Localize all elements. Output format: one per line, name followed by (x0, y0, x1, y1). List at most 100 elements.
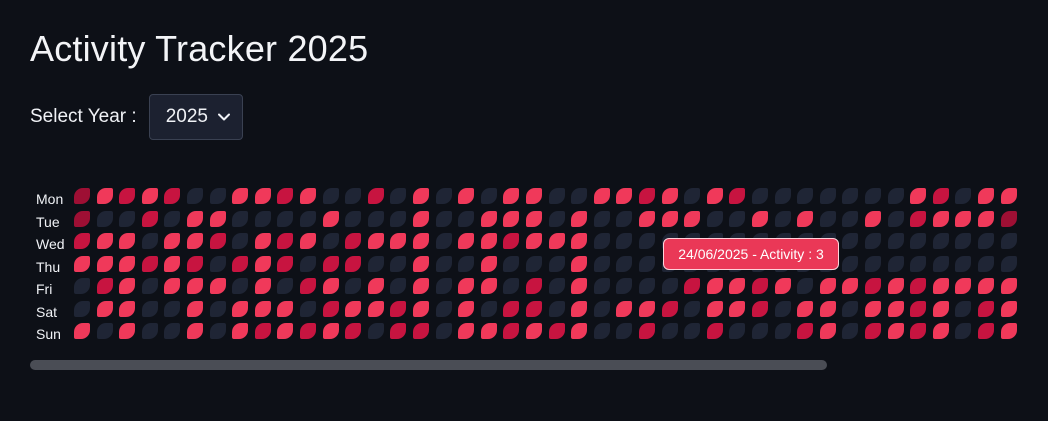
heatmap-cell[interactable] (322, 278, 339, 294)
heatmap-cell[interactable] (774, 300, 791, 317)
heatmap-cell[interactable] (254, 255, 271, 272)
heatmap-cell[interactable] (300, 323, 316, 339)
heatmap-cell[interactable] (435, 323, 452, 339)
heatmap-cell[interactable] (819, 323, 836, 339)
heatmap-cell[interactable] (232, 210, 249, 227)
heatmap-cell[interactable] (865, 323, 881, 339)
heatmap-cell[interactable] (571, 323, 588, 339)
heatmap-cell[interactable] (74, 188, 90, 204)
heatmap-cell[interactable] (503, 233, 520, 249)
heatmap-cell[interactable] (887, 255, 904, 272)
heatmap-cell[interactable] (774, 278, 791, 294)
heatmap-cell[interactable] (209, 278, 226, 294)
heatmap-cell[interactable] (910, 278, 927, 294)
heatmap-cell[interactable] (503, 210, 520, 227)
heatmap-cell[interactable] (300, 255, 316, 272)
heatmap-cell[interactable] (300, 210, 316, 227)
heatmap-cell[interactable] (639, 255, 655, 272)
heatmap-cell[interactable] (96, 233, 113, 249)
heatmap-cell[interactable] (458, 233, 475, 249)
heatmap-cell[interactable] (819, 300, 836, 317)
heatmap-cell[interactable] (345, 188, 362, 204)
heatmap-cell[interactable] (910, 255, 927, 272)
heatmap-cell[interactable] (616, 300, 633, 317)
heatmap-cell[interactable] (548, 188, 565, 204)
heatmap-cell[interactable] (932, 188, 949, 204)
heatmap-cell[interactable] (616, 210, 633, 227)
heatmap-cell[interactable] (367, 210, 384, 227)
heatmap-cell[interactable] (141, 210, 158, 227)
heatmap-cell[interactable] (706, 210, 723, 227)
heatmap-cell[interactable] (96, 255, 113, 272)
heatmap-cell[interactable] (978, 323, 994, 339)
horizontal-scrollbar[interactable] (30, 360, 1021, 370)
heatmap-cell[interactable] (480, 278, 497, 294)
heatmap-cell[interactable] (119, 300, 136, 317)
heatmap-cell[interactable] (390, 255, 407, 272)
heatmap-cell[interactable] (887, 188, 904, 204)
heatmap-cell[interactable] (74, 255, 90, 272)
heatmap-cell[interactable] (616, 188, 633, 204)
heatmap-cell[interactable] (548, 255, 565, 272)
heatmap-cell[interactable] (367, 323, 384, 339)
heatmap-cell[interactable] (1000, 300, 1017, 317)
heatmap-cell[interactable] (774, 323, 791, 339)
heatmap-cell[interactable] (367, 188, 384, 204)
heatmap-cell[interactable] (865, 255, 881, 272)
heatmap-cell[interactable] (548, 278, 565, 294)
heatmap-cell[interactable] (232, 255, 249, 272)
heatmap-cell[interactable] (639, 188, 655, 204)
heatmap-cell[interactable] (254, 188, 271, 204)
heatmap-cell[interactable] (842, 188, 859, 204)
heatmap-cell[interactable] (503, 300, 520, 317)
heatmap-cell[interactable] (435, 300, 452, 317)
heatmap-cell[interactable] (119, 210, 136, 227)
heatmap-cell[interactable] (910, 210, 927, 227)
heatmap-cell[interactable] (232, 278, 249, 294)
heatmap-cell[interactable] (141, 300, 158, 317)
heatmap-cell[interactable] (639, 233, 655, 249)
heatmap-cell[interactable] (345, 278, 362, 294)
heatmap-cell[interactable] (390, 300, 407, 317)
heatmap-cell[interactable] (413, 188, 429, 204)
heatmap-cell[interactable] (277, 210, 294, 227)
heatmap-cell[interactable] (458, 278, 475, 294)
heatmap-cell[interactable] (887, 323, 904, 339)
heatmap-cell[interactable] (480, 300, 497, 317)
heatmap-cell[interactable] (141, 233, 158, 249)
heatmap-cell[interactable] (277, 233, 294, 249)
heatmap-cell[interactable] (187, 188, 203, 204)
heatmap-cell[interactable] (526, 278, 542, 294)
heatmap-cell[interactable] (526, 233, 542, 249)
heatmap-cell[interactable] (729, 188, 746, 204)
heatmap-cell[interactable] (96, 278, 113, 294)
heatmap-cell[interactable] (593, 210, 610, 227)
heatmap-cell[interactable] (187, 233, 203, 249)
scrollbar-thumb[interactable] (30, 360, 827, 370)
heatmap-cell[interactable] (119, 278, 136, 294)
heatmap-cell[interactable] (842, 278, 859, 294)
heatmap-cell[interactable] (684, 300, 701, 317)
heatmap-cell[interactable] (526, 323, 542, 339)
heatmap-cell[interactable] (865, 210, 881, 227)
heatmap-cell[interactable] (74, 233, 90, 249)
heatmap-cell[interactable] (367, 300, 384, 317)
heatmap-cell[interactable] (978, 255, 994, 272)
heatmap-cell[interactable] (639, 300, 655, 317)
heatmap-cell[interactable] (164, 233, 181, 249)
heatmap-cell[interactable] (955, 188, 972, 204)
heatmap-cell[interactable] (910, 188, 927, 204)
heatmap-cell[interactable] (300, 233, 316, 249)
heatmap-cell[interactable] (390, 233, 407, 249)
heatmap-cell[interactable] (141, 323, 158, 339)
heatmap-cell[interactable] (661, 188, 678, 204)
heatmap-cell[interactable] (345, 233, 362, 249)
heatmap-cell[interactable] (571, 188, 588, 204)
heatmap-cell[interactable] (571, 255, 588, 272)
heatmap-cell[interactable] (413, 255, 429, 272)
heatmap-cell[interactable] (842, 210, 859, 227)
heatmap-cell[interactable] (74, 300, 90, 317)
heatmap-cell[interactable] (571, 300, 588, 317)
heatmap-cell[interactable] (74, 210, 90, 227)
heatmap-cell[interactable] (345, 323, 362, 339)
